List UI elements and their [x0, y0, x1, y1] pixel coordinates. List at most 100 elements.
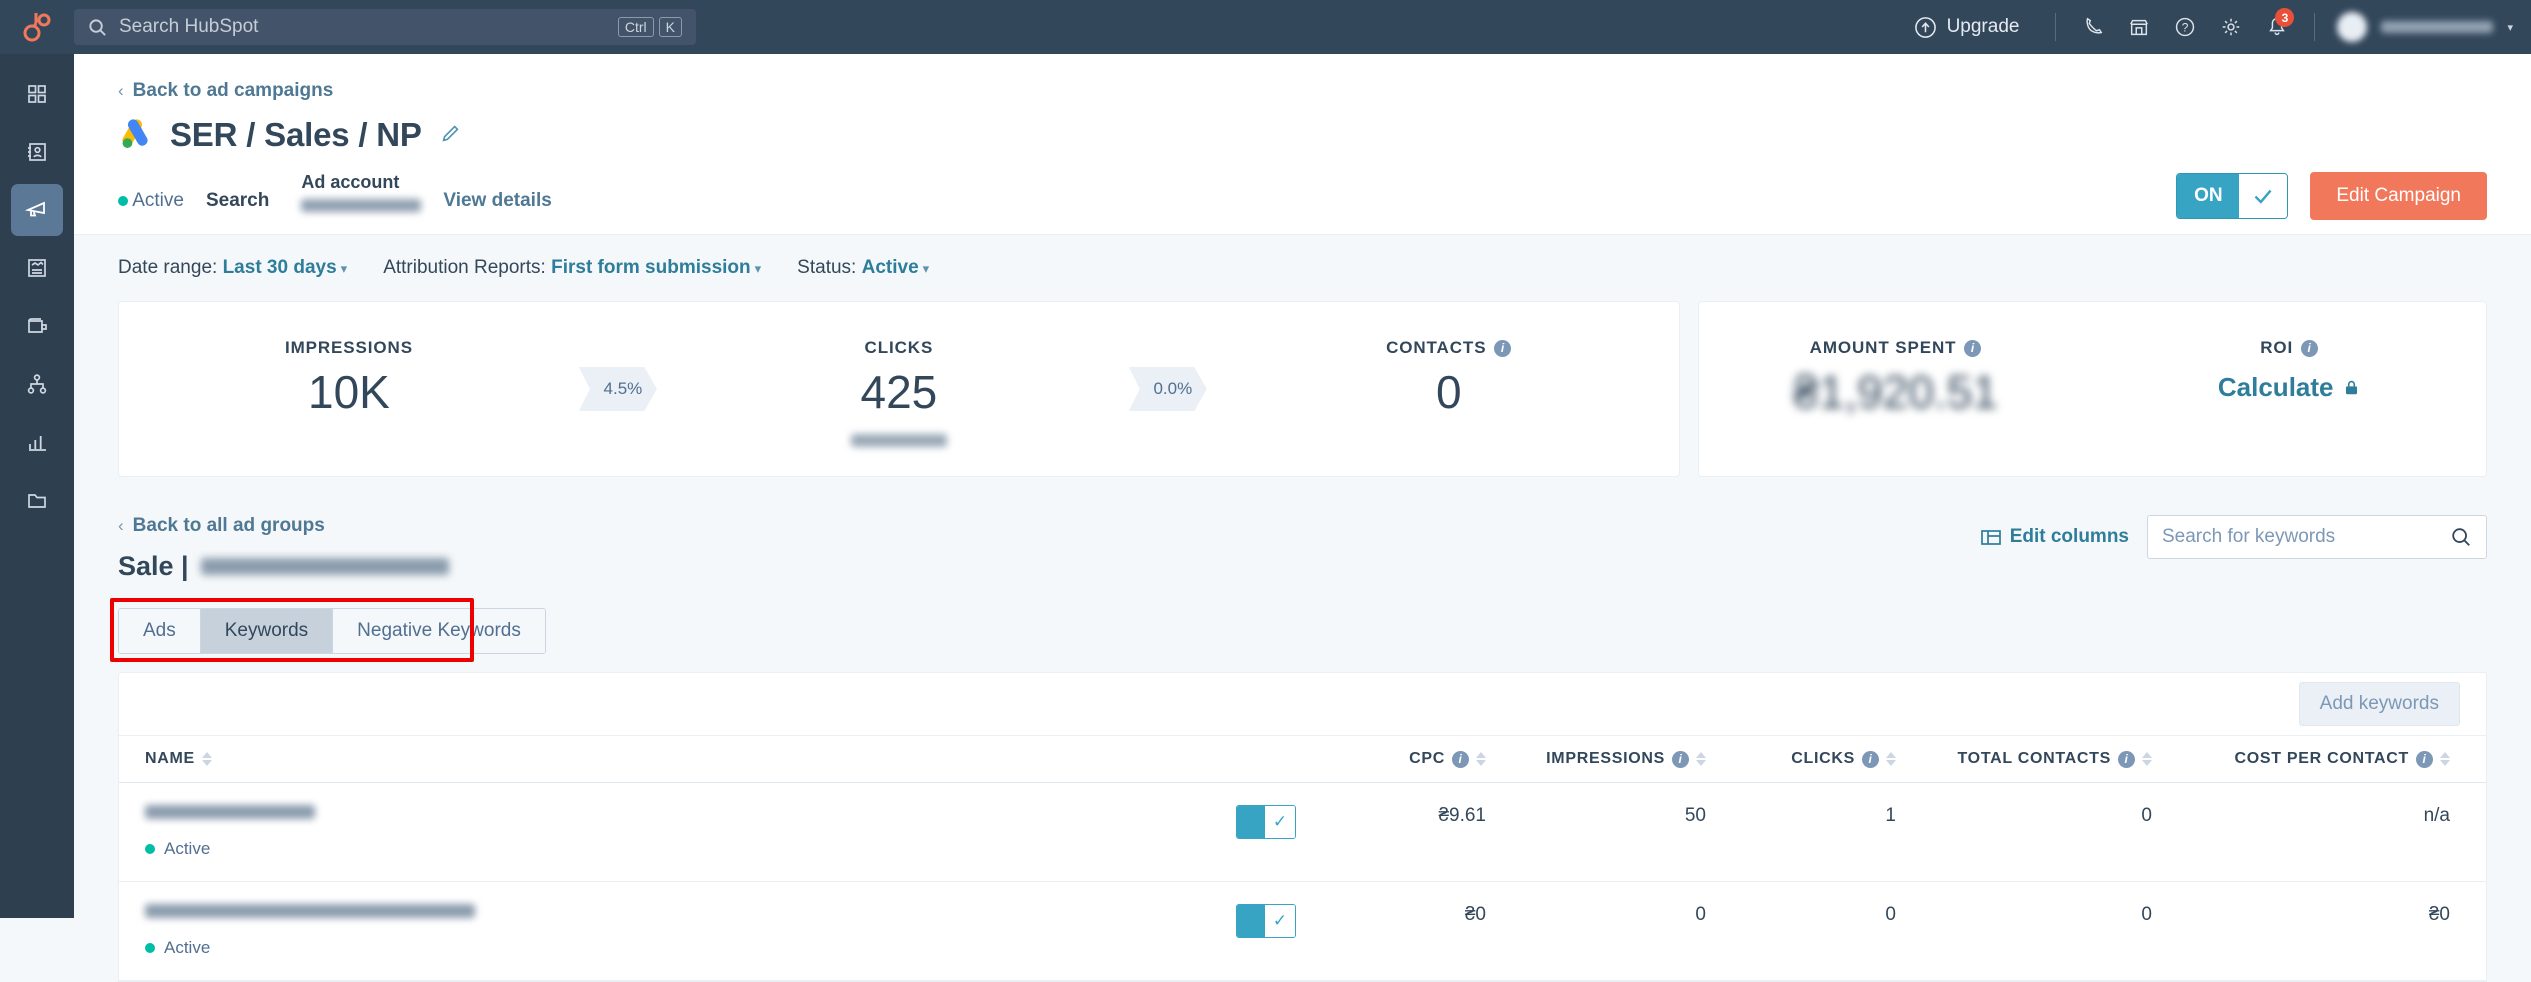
info-icon[interactable]: i: [2301, 339, 2319, 357]
campaign-on-off-toggle[interactable]: ON: [2176, 173, 2289, 219]
sidebar-item-contacts[interactable]: [11, 126, 63, 178]
tab-negative-keywords[interactable]: Negative Keywords: [333, 609, 545, 653]
ad-account-block: Ad account: [301, 172, 422, 212]
metric-amount-spent-label: AMOUNT SPENT i: [1810, 338, 1982, 358]
impressions-delta-wrap: 4.5%: [578, 302, 669, 476]
back-to-ad-campaigns-link[interactable]: ‹ Back to ad campaigns: [118, 80, 333, 102]
keyword-toggle-cell[interactable]: ✓: [1206, 782, 1326, 882]
column-header-name-label: NAME: [145, 750, 195, 767]
filter-status-label: Status:: [797, 257, 857, 278]
sort-arrows-icon[interactable]: [201, 752, 212, 766]
main-content: ‹ Back to ad campaigns SER / Sales / NP …: [74, 54, 2531, 982]
keyword-enable-toggle[interactable]: ✓: [1236, 904, 1296, 938]
column-header-total-contacts[interactable]: TOTAL CONTACTS i: [1926, 735, 2186, 783]
sidebar-item-content[interactable]: [11, 242, 63, 294]
table-row[interactable]: Active ✓ ₴9.61 50 1 0 n/a: [119, 782, 2486, 882]
sidebar-item-commerce[interactable]: [11, 300, 63, 352]
metric-contacts-label: CONTACTS i: [1386, 338, 1512, 358]
global-search-placeholder: Search HubSpot: [119, 16, 259, 37]
sort-arrows-icon[interactable]: [1886, 752, 1896, 766]
help-circle-icon[interactable]: ?: [2162, 0, 2208, 54]
ad-account-label: Ad account: [301, 172, 400, 192]
roi-calculate-link[interactable]: Calculate: [2218, 372, 2361, 403]
page-title: SER / Sales / NP: [170, 116, 422, 153]
view-details-link[interactable]: View details: [443, 190, 551, 212]
filter-status[interactable]: Status: Active ▾: [797, 257, 929, 279]
gear-icon[interactable]: [2208, 0, 2254, 54]
filter-date-range[interactable]: Date range: Last 30 days ▾: [118, 257, 347, 279]
info-icon[interactable]: i: [1862, 750, 1879, 768]
ad-account-value: [301, 199, 422, 212]
keyword-impressions: 0: [1506, 881, 1736, 981]
info-icon[interactable]: i: [2118, 750, 2135, 768]
filter-attribution-label: Attribution Reports:: [383, 257, 546, 278]
upgrade-button[interactable]: Upgrade: [1892, 16, 2042, 39]
column-header-name[interactable]: NAME: [119, 735, 1206, 783]
keyword-impressions: 50: [1506, 782, 1736, 882]
keyword-total-contacts: 0: [1926, 881, 2186, 981]
info-icon[interactable]: i: [1494, 339, 1512, 357]
column-header-total-contacts-label: TOTAL CONTACTS: [1957, 750, 2111, 767]
marketplace-icon[interactable]: [2116, 0, 2162, 54]
sidebar-item-library[interactable]: [11, 474, 63, 526]
column-header-clicks[interactable]: CLICKS i: [1736, 735, 1926, 783]
edit-campaign-button[interactable]: Edit Campaign: [2310, 172, 2487, 220]
table-row[interactable]: Active ✓ ₴0 0 0 0 ₴0: [119, 881, 2486, 981]
sort-arrows-icon[interactable]: [2440, 752, 2450, 766]
toggle-track: [1237, 905, 1265, 937]
filter-status-value[interactable]: Active: [862, 257, 919, 278]
sort-arrows-icon[interactable]: [1696, 752, 1706, 766]
sort-arrows-icon[interactable]: [1476, 752, 1486, 766]
clicks-delta-wrap: 0.0%: [1128, 302, 1219, 476]
column-header-impressions-label: IMPRESSIONS: [1546, 750, 1665, 767]
sidebar-item-reporting[interactable]: [11, 416, 63, 468]
notifications-bell-icon[interactable]: 3: [2254, 0, 2300, 54]
toggle-on-label: ON: [2177, 174, 2240, 218]
filter-attribution-reports[interactable]: Attribution Reports: First form submissi…: [383, 257, 761, 279]
info-icon[interactable]: i: [1672, 750, 1689, 768]
hubspot-sprocket-logo[interactable]: [0, 11, 74, 43]
filter-attribution-value[interactable]: First form submission: [551, 257, 751, 278]
account-menu[interactable]: ▾: [2329, 12, 2513, 42]
status-dot-icon: [118, 196, 128, 206]
filter-date-range-value[interactable]: Last 30 days: [223, 257, 337, 278]
sidebar-item-marketing[interactable]: [11, 184, 63, 236]
column-header-impressions[interactable]: IMPRESSIONS i: [1506, 735, 1736, 783]
global-search-input[interactable]: Search HubSpot Ctrl K: [74, 9, 696, 45]
keyword-search-box[interactable]: [2147, 515, 2487, 559]
keyword-toggle-cell[interactable]: ✓: [1206, 881, 1326, 981]
column-header-cpc-label: CPC: [1409, 750, 1445, 767]
keyword-enable-toggle[interactable]: ✓: [1236, 805, 1296, 839]
sidebar-item-automation[interactable]: [11, 358, 63, 410]
upgrade-label: Upgrade: [1946, 16, 2020, 37]
info-icon[interactable]: i: [1452, 750, 1469, 768]
search-input[interactable]: [2162, 526, 2450, 548]
search-icon[interactable]: [2450, 526, 2472, 548]
column-header-cost-per-contact[interactable]: COST PER CONTACT i: [2186, 735, 2486, 783]
add-keywords-button[interactable]: Add keywords: [2298, 682, 2460, 726]
metric-roi-text: ROI: [2260, 338, 2294, 357]
info-icon[interactable]: i: [2416, 750, 2433, 768]
keyword-cost-per-contact: ₴0: [2186, 881, 2486, 981]
back-to-all-ad-groups-link[interactable]: ‹ Back to all ad groups: [118, 515, 325, 537]
tab-keywords[interactable]: Keywords: [200, 609, 334, 653]
column-header-cpc[interactable]: CPC i: [1326, 735, 1506, 783]
tab-ads[interactable]: Ads: [119, 609, 201, 653]
ad-group-title-value: [200, 558, 449, 575]
keyword-name-cell[interactable]: Active: [119, 782, 1206, 882]
edit-columns-button[interactable]: Edit columns: [1980, 526, 2129, 548]
top-nav-right-group: Upgrade ? 3 ▾: [1892, 0, 2531, 54]
metric-roi-label: ROI i: [2260, 338, 2319, 358]
search-icon: [89, 18, 106, 36]
phone-icon[interactable]: [2070, 0, 2116, 54]
table-head: NAME CPC i IMPRESSIONS i CLICKS i TOTAL …: [119, 735, 2486, 783]
info-icon[interactable]: i: [1964, 339, 1982, 357]
check-icon[interactable]: [2239, 174, 2288, 218]
sort-arrows-icon[interactable]: [2142, 752, 2152, 766]
keyword-name-cell[interactable]: Active: [119, 881, 1206, 981]
sidebar-item-dashboard[interactable]: [11, 68, 63, 120]
metric-contacts-value: 0: [1435, 366, 1462, 418]
metric-clicks-subtext: [850, 434, 947, 448]
pencil-icon[interactable]: [440, 122, 462, 149]
ad-group-title-prefix: Sale |: [118, 551, 189, 581]
